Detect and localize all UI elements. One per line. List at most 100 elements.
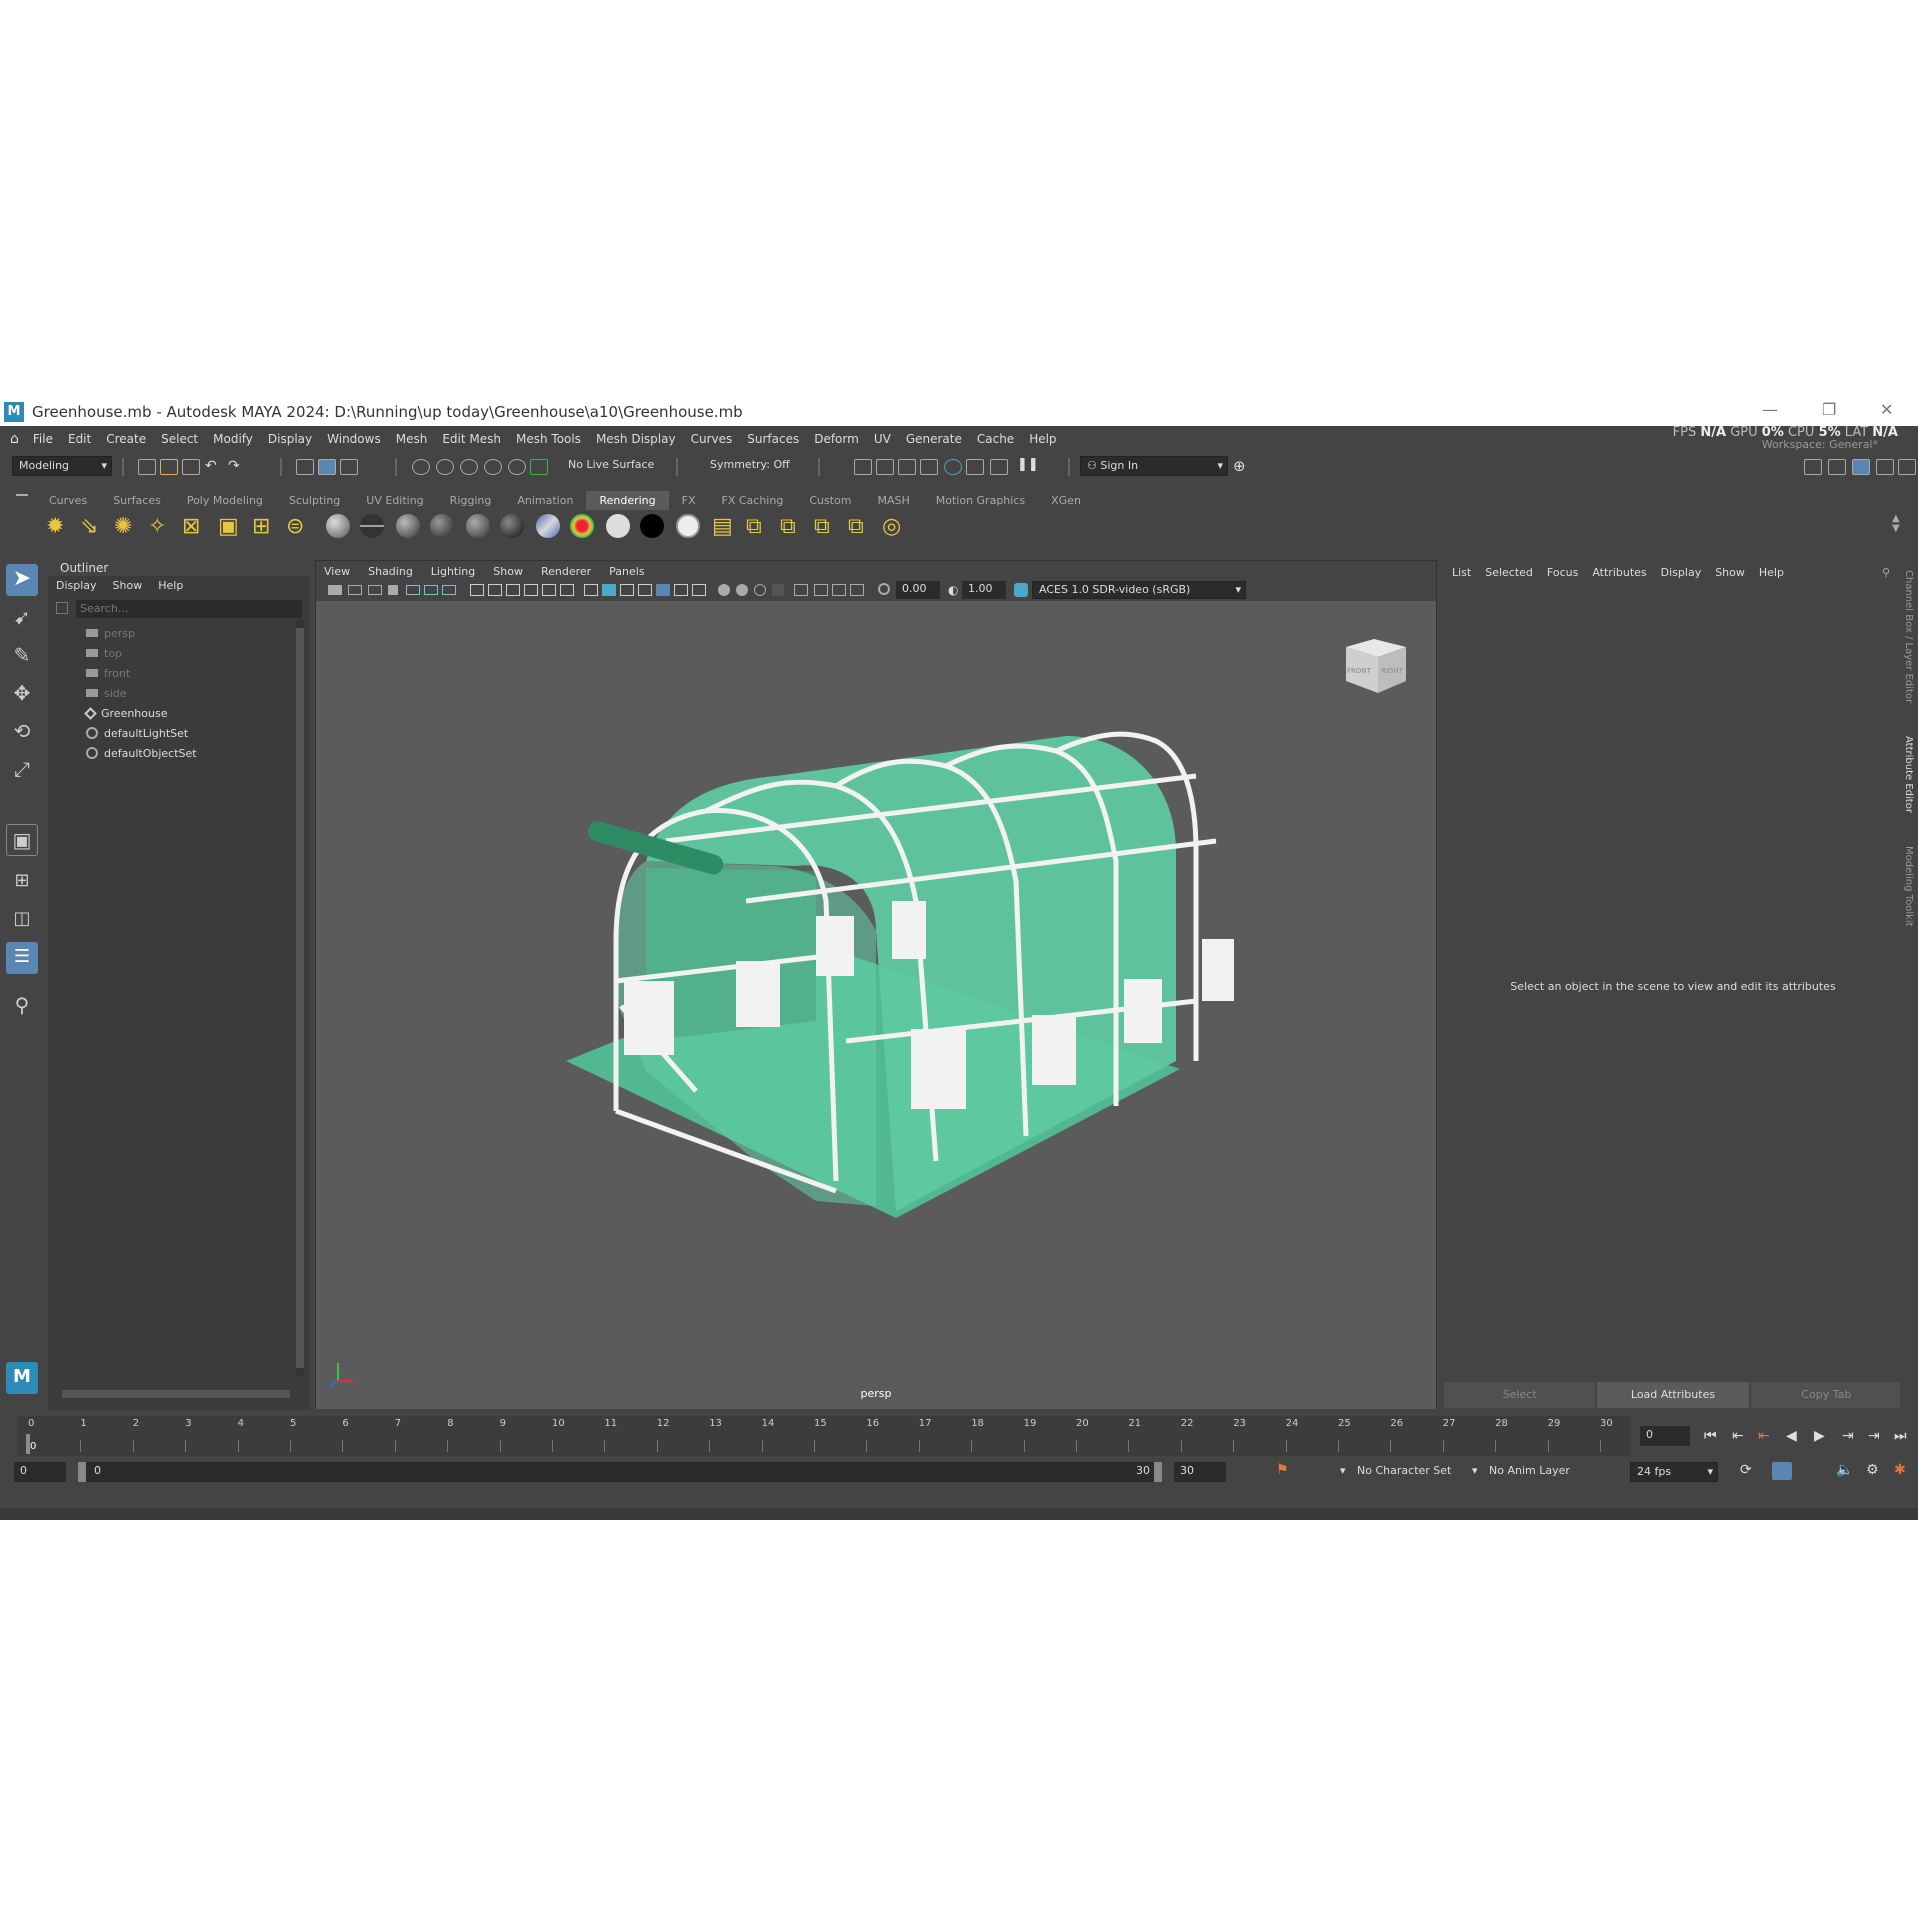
minimize-button[interactable]: — xyxy=(1762,400,1778,419)
view-cube-front-label[interactable]: FRONT xyxy=(1347,667,1371,675)
render-setup-icon[interactable] xyxy=(966,459,984,475)
search-icon[interactable]: ⚲ xyxy=(6,990,38,1022)
shelf-tab-rendering[interactable]: Rendering xyxy=(586,490,669,510)
animation-start-field[interactable]: 0 xyxy=(14,1462,66,1482)
character-set-dropdown[interactable]: ▾ No Character Set xyxy=(1336,1462,1456,1482)
cached-playback-icon[interactable] xyxy=(1772,1462,1792,1480)
gamma-field[interactable]: 1.00 xyxy=(962,581,1006,599)
outliner-menu-display[interactable]: Display xyxy=(56,579,97,592)
play-forwards-icon[interactable]: ▶ xyxy=(1814,1428,1825,1444)
color-management-icon[interactable] xyxy=(1014,583,1028,597)
step-forward-frame-icon[interactable]: ⇥ xyxy=(1842,1428,1854,1444)
animation-end-field[interactable]: 30 xyxy=(1174,1462,1226,1482)
menu-edit-mesh[interactable]: Edit Mesh xyxy=(442,432,501,446)
view-cube[interactable]: FRONT RIGHT xyxy=(1344,635,1408,695)
range-bar[interactable]: 0 30 xyxy=(78,1462,1162,1482)
step-back-frame-icon[interactable]: ⇤ xyxy=(1758,1428,1770,1444)
outliner-menu-help[interactable]: Help xyxy=(158,579,183,592)
shadow-map-icon[interactable]: ⊜ xyxy=(286,514,314,542)
snap-point-icon[interactable] xyxy=(460,459,478,475)
animation-preferences-icon[interactable]: ⚙ xyxy=(1866,1462,1879,1478)
shelf-scroll-icon[interactable]: ▲ ▼ xyxy=(1892,514,1900,534)
undo-icon[interactable]: ↶ xyxy=(205,458,217,474)
viewport-menu-lighting[interactable]: Lighting xyxy=(431,565,475,578)
viewport-menu-show[interactable]: Show xyxy=(493,565,523,578)
shelf-tab-mash[interactable]: MASH xyxy=(864,491,922,510)
wireframe-on-shaded-icon[interactable] xyxy=(638,584,652,596)
shelf-tab-custom[interactable]: Custom xyxy=(796,491,864,510)
shelf-tab-fx-caching[interactable]: FX Caching xyxy=(709,491,797,510)
shelf-tab-sculpting[interactable]: Sculpting xyxy=(276,491,353,510)
auto-key-icon[interactable]: ⚑ xyxy=(1276,1462,1289,1478)
range-end-handle[interactable] xyxy=(1154,1462,1162,1482)
go-to-end-icon[interactable]: ⏭ xyxy=(1894,1428,1907,1444)
viewport-menu-renderer[interactable]: Renderer xyxy=(541,565,591,578)
lasso-tool-icon[interactable]: ➹ xyxy=(6,602,38,634)
tab-modeling-toolkit[interactable]: Modeling Toolkit xyxy=(1903,846,1914,927)
playback-speed-icon[interactable]: ✱ xyxy=(1894,1462,1906,1478)
hardware-render-icon[interactable]: ◎ xyxy=(882,514,910,542)
sound-icon[interactable]: 🔈 xyxy=(1836,1462,1853,1478)
new-scene-icon[interactable] xyxy=(138,459,156,475)
point-light-icon[interactable]: ✺ xyxy=(114,514,142,542)
outliner-search-input[interactable]: Search... xyxy=(76,600,302,618)
perspective-view[interactable]: FRONT RIGHT persp xyxy=(316,601,1436,1409)
rotate-tool-icon[interactable]: ⟲ xyxy=(6,716,38,748)
anti-aliasing-icon[interactable] xyxy=(754,584,766,596)
xray-icon[interactable] xyxy=(814,584,828,596)
ramp-shader-icon[interactable] xyxy=(570,514,594,538)
outliner-vertical-scrollbar[interactable] xyxy=(296,620,304,1376)
safe-action-icon[interactable] xyxy=(542,584,556,596)
fps-dropdown[interactable]: 24 fps ▾ xyxy=(1630,1462,1718,1482)
standard-surface-icon[interactable] xyxy=(676,514,700,538)
scale-tool-icon[interactable]: ⤢ xyxy=(6,754,38,786)
layer-editor-toggle-icon[interactable] xyxy=(1898,459,1916,475)
persp-outliner-layout-icon[interactable]: ◫ xyxy=(6,904,38,936)
shelf-tab-xgen[interactable]: XGen xyxy=(1038,491,1094,510)
menu-generate[interactable]: Generate xyxy=(906,432,962,446)
loop-icon[interactable]: ⟳ xyxy=(1740,1462,1752,1478)
menu-curves[interactable]: Curves xyxy=(691,432,733,446)
grid-icon[interactable] xyxy=(442,585,456,595)
render-frame-icon[interactable] xyxy=(876,459,894,475)
select-button[interactable]: Select xyxy=(1444,1382,1596,1408)
search-help-icon[interactable]: ⊕ xyxy=(1233,457,1246,475)
attr-menu-attributes[interactable]: Attributes xyxy=(1592,566,1646,579)
load-attributes-button[interactable]: Load Attributes xyxy=(1597,1382,1749,1408)
current-frame-field[interactable]: 0 xyxy=(1640,1426,1690,1446)
range-start-handle[interactable] xyxy=(78,1462,86,1482)
outliner-menu-show[interactable]: Show xyxy=(113,579,143,592)
menu-mesh-display[interactable]: Mesh Display xyxy=(596,432,676,446)
shelf-tab-surfaces[interactable]: Surfaces xyxy=(100,491,174,510)
grease-pencil-icon[interactable] xyxy=(424,585,438,595)
film-gate-icon[interactable] xyxy=(470,584,484,596)
depth-of-field-icon[interactable] xyxy=(772,584,784,596)
bookmark-icon[interactable] xyxy=(368,585,382,595)
pin-icon[interactable]: ⚲ xyxy=(1882,566,1890,579)
snap-live-icon[interactable] xyxy=(508,459,526,475)
redo-icon[interactable]: ↷ xyxy=(228,458,240,474)
use-all-lights-icon[interactable] xyxy=(674,584,688,596)
smooth-shade-icon[interactable] xyxy=(602,584,616,596)
four-view-layout-icon[interactable]: ⊞ xyxy=(6,866,38,898)
playhead[interactable] xyxy=(26,1434,30,1454)
tab-channel-box[interactable]: Channel Box / Layer Editor xyxy=(1903,570,1914,703)
white-material-icon[interactable] xyxy=(606,514,630,538)
attr-menu-focus[interactable]: Focus xyxy=(1547,566,1578,579)
attr-menu-list[interactable]: List xyxy=(1452,566,1471,579)
filter-icon[interactable] xyxy=(56,602,68,614)
isolate-select-icon[interactable] xyxy=(794,584,808,596)
sign-in-dropdown[interactable]: ⚇ Sign In ▾ xyxy=(1080,456,1228,476)
textured-icon[interactable] xyxy=(656,584,670,596)
directional-light-icon[interactable]: ⇘ xyxy=(80,514,108,542)
xray-components-icon[interactable] xyxy=(850,584,864,596)
symmetry-dropdown[interactable]: Symmetry: Off xyxy=(704,456,804,476)
menu-create[interactable]: Create xyxy=(106,432,146,446)
tab-attribute-editor[interactable]: Attribute Editor xyxy=(1903,736,1914,813)
phong-material-icon[interactable] xyxy=(396,514,420,538)
light-editor-icon[interactable] xyxy=(990,459,1008,475)
viewport-menu-shading[interactable]: Shading xyxy=(368,565,413,578)
render-sequence-icon[interactable]: ⧉ xyxy=(780,514,808,542)
save-scene-icon[interactable] xyxy=(182,459,200,475)
black-material-icon[interactable] xyxy=(640,514,664,538)
